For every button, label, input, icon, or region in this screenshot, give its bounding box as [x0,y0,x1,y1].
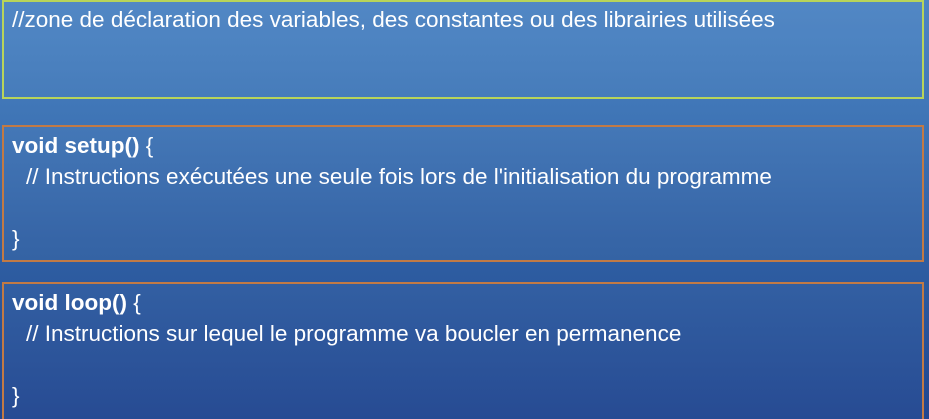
loop-close-brace: } [12,383,20,408]
declaration-comment: //zone de déclaration des variables, des… [12,7,775,32]
setup-close-brace: } [12,226,20,251]
setup-header: void setup() { [12,132,153,160]
loop-header: void loop() { [12,289,141,317]
setup-signature: void setup() [12,133,140,158]
declaration-zone-box: //zone de déclaration des variables, des… [2,0,924,99]
loop-open-brace: { [126,290,141,315]
loop-signature: void loop() [12,290,127,315]
setup-open-brace: { [139,133,154,158]
setup-comment: // Instructions exécutées une seule fois… [26,164,772,189]
setup-function-box: void setup() { // Instructions exécutées… [2,125,924,262]
loop-comment: // Instructions sur lequel le programme … [26,321,682,346]
loop-function-box: void loop() { // Instructions sur lequel… [2,282,924,419]
